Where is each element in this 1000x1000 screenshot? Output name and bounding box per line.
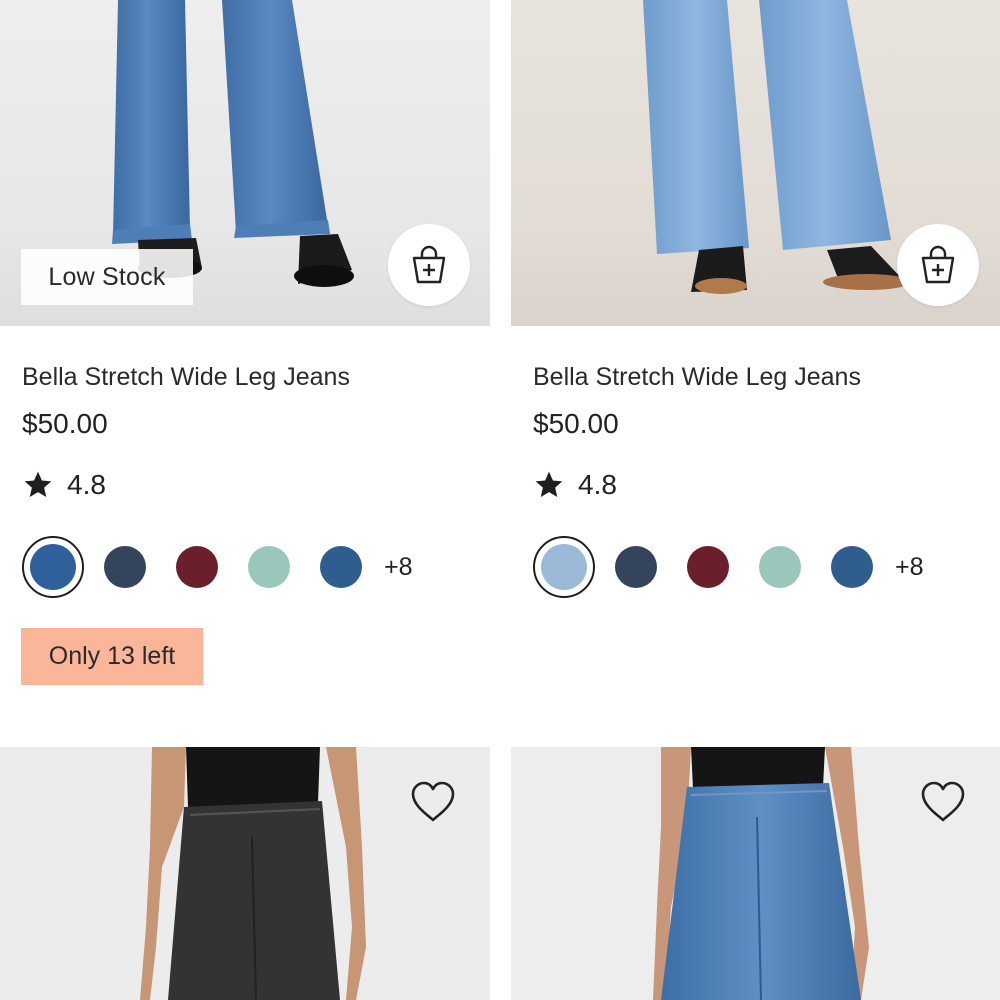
color-swatch[interactable] [533, 536, 595, 598]
product-title[interactable]: Bella Stretch Wide Leg Jeans [533, 363, 861, 392]
color-swatch[interactable] [22, 536, 84, 598]
color-swatch[interactable] [238, 536, 300, 598]
more-colors-count[interactable]: +8 [895, 553, 924, 582]
heart-outline-icon [411, 781, 455, 822]
color-swatch[interactable] [821, 536, 883, 598]
product-info: Bella Stretch Wide Leg Jeans $50.00 4.8 … [0, 326, 490, 746]
color-swatch[interactable] [94, 536, 156, 598]
shopping-bag-plus-icon [412, 245, 446, 284]
product-image[interactable] [511, 0, 1000, 326]
product-title[interactable]: Bella Stretch Wide Leg Jeans [22, 363, 350, 392]
product-price: $50.00 [533, 408, 619, 439]
product-image[interactable]: Low Stock [0, 0, 490, 326]
product-card[interactable]: Low Stock Bella Stretch Wide Leg Jeans $… [0, 0, 490, 746]
shopping-bag-plus-icon [921, 245, 955, 284]
star-icon [535, 471, 563, 497]
product-price: $50.00 [22, 408, 108, 439]
product-card[interactable]: Bella Stretch Wide Leg Jeans $50.00 4.8 … [511, 0, 1000, 746]
wishlist-button[interactable] [405, 774, 461, 830]
color-swatch[interactable] [310, 536, 372, 598]
product-card[interactable] [511, 747, 1000, 1000]
stock-remaining-badge: Only 13 left [21, 628, 203, 685]
color-swatch[interactable] [605, 536, 667, 598]
product-rating: 4.8 [533, 469, 617, 501]
color-swatch[interactable] [749, 536, 811, 598]
more-colors-count[interactable]: +8 [384, 553, 413, 582]
product-info: Bella Stretch Wide Leg Jeans $50.00 4.8 … [511, 326, 1000, 746]
heart-outline-icon [921, 781, 965, 822]
product-rating: 4.8 [22, 469, 106, 501]
star-icon [24, 471, 52, 497]
rating-value: 4.8 [578, 469, 617, 500]
add-to-bag-button[interactable] [897, 224, 979, 306]
rating-value: 4.8 [67, 469, 106, 500]
product-image[interactable] [511, 747, 1000, 1000]
product-image[interactable] [0, 747, 490, 1000]
low-stock-badge: Low Stock [21, 249, 193, 305]
color-swatches: +8 [533, 536, 924, 598]
add-to-bag-button[interactable] [388, 224, 470, 306]
color-swatch[interactable] [166, 536, 228, 598]
wishlist-button[interactable] [915, 774, 971, 830]
color-swatch[interactable] [677, 536, 739, 598]
color-swatches: +8 [22, 536, 413, 598]
product-card[interactable] [0, 747, 490, 1000]
